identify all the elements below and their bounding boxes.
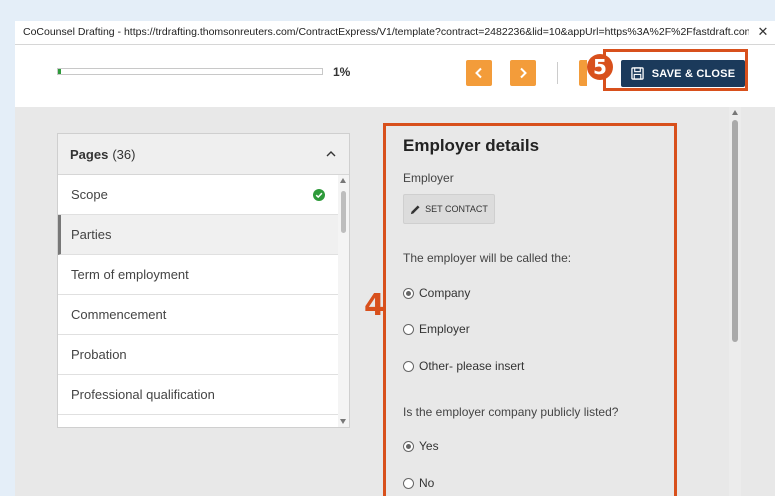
radio-button[interactable] [403,440,414,452]
toolbar-separator [557,62,558,84]
page-item-label: Parties [71,227,112,242]
page-item-label: Scope [71,187,108,202]
pages-count: (36) [112,146,136,162]
scroll-down-arrow-icon[interactable] [340,419,346,424]
radio-label: Employer [419,322,470,336]
form-title: Employer details [403,136,540,155]
panel-toggle-button[interactable] [579,60,587,86]
page-item-probation[interactable]: Probation [58,335,339,375]
radio-button[interactable] [403,360,414,372]
pages-title: Pages [70,146,109,162]
close-icon[interactable]: ✕ [755,24,771,40]
callout-number-5: 5 [587,54,613,80]
cocounsel-window: CoCounsel Drafting - https://trdrafting.… [15,21,775,496]
main-scrollbar[interactable] [729,107,741,496]
pencil-icon [411,204,420,214]
progress-label: 1% [333,65,351,79]
check-circle-icon [313,189,325,201]
page-item-label: Commencement [71,307,167,322]
employer-called-question: The employer will be called the: [403,251,572,265]
chevron-right-icon [520,67,527,79]
page-item-term-of-employment[interactable]: Term of employment [58,255,339,295]
set-contact-button[interactable]: SET CONTACT [403,194,495,224]
scrollbar-thumb[interactable] [341,191,346,233]
previous-page-button[interactable] [466,60,492,86]
page-item-label: Professional qualification [71,387,215,402]
toolbar: 1% SAVE & CLOSE 5 [15,45,775,107]
pages-panel: Pages (36) Scope Parties Term of employm… [57,133,350,428]
progress-fill [58,69,61,74]
save-and-close-label: SAVE & CLOSE [651,67,736,80]
radio-button[interactable] [403,477,414,489]
window-titlebar: CoCounsel Drafting - https://trdrafting.… [15,21,775,45]
page-item-professional-qualification[interactable]: Professional qualification [58,375,339,415]
radio-button[interactable] [403,323,414,335]
employer-label: Employer [403,171,454,185]
chevron-up-icon[interactable] [325,148,337,160]
radio-label: Yes [419,439,439,453]
radio-label: No [419,476,435,490]
radio-button[interactable] [403,287,414,299]
publicly-listed-question: Is the employer company publicly listed? [403,405,619,419]
pages-scrollbar[interactable] [338,175,349,427]
page-item-commencement[interactable]: Commencement [58,295,339,335]
scrollbar-thumb[interactable] [732,120,738,342]
radio-other[interactable]: Other- please insert [403,359,524,373]
next-page-button[interactable] [510,60,536,86]
scroll-up-arrow-icon[interactable] [340,178,346,183]
page-item-label: Probation [71,347,127,362]
chevron-left-icon [475,67,482,79]
window-title: CoCounsel Drafting - https://trdrafting.… [23,26,749,38]
progress-bar [57,68,323,75]
radio-yes[interactable]: Yes [403,439,439,453]
radio-employer[interactable]: Employer [403,322,470,336]
set-contact-label: SET CONTACT [425,204,488,214]
radio-no[interactable]: No [403,476,434,490]
save-and-close-button[interactable]: SAVE & CLOSE [621,60,745,87]
radio-label: Other- please insert [419,359,525,373]
employer-details-form: Employer details Employer SET CONTACT Th… [383,123,677,496]
scroll-up-arrow-icon[interactable] [731,110,738,115]
page-item-scope[interactable]: Scope [58,175,339,215]
callout-number-4: 4 [364,288,385,323]
radio-label: Company [419,286,471,300]
floppy-disk-icon [631,67,644,80]
page-item-label: Term of employment [71,267,189,282]
pages-list: Scope Parties Term of employment Commenc… [58,175,339,415]
radio-company[interactable]: Company [403,286,470,300]
page-item-parties[interactable]: Parties [58,215,339,255]
pages-header[interactable]: Pages (36) [58,134,349,175]
